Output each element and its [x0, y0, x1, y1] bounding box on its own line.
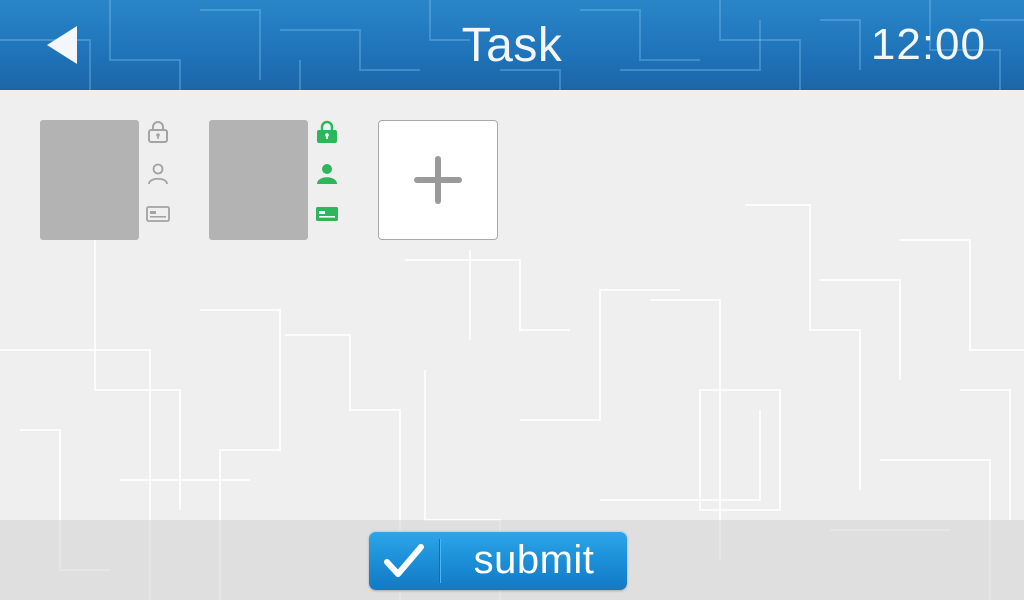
plus-icon [414, 156, 462, 204]
header-bar: Task 12:00 [0, 0, 1024, 90]
id-card-icon [315, 202, 339, 226]
user-photo-card[interactable] [209, 120, 308, 240]
checkmark-icon [369, 531, 439, 590]
lock-icon [146, 120, 170, 144]
person-icon [315, 162, 339, 186]
submit-label: submit [473, 538, 595, 582]
id-card-icon [146, 202, 170, 226]
person-icon [146, 162, 170, 186]
user-photo-card[interactable] [40, 120, 139, 240]
add-user-button[interactable] [378, 120, 498, 240]
clock: 12:00 [870, 20, 986, 69]
submit-button[interactable]: submit [369, 531, 627, 590]
lock-icon [315, 120, 339, 144]
